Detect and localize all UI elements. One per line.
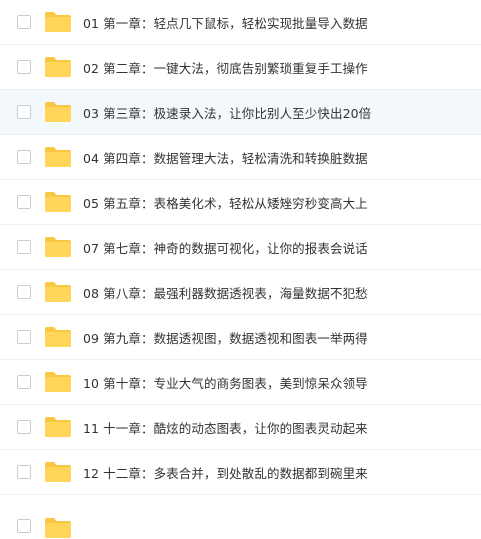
folder-icon: [45, 12, 71, 32]
row-checkbox[interactable]: [17, 375, 31, 389]
row-checkbox[interactable]: [17, 330, 31, 344]
folder-name[interactable]: 03 第三章：极速录入法，让你比别人至少快出20倍: [83, 103, 371, 122]
list-item[interactable]: 05 第五章：表格美化术，轻松从矮矬穷秒变高大上: [0, 180, 481, 225]
folder-icon: [45, 462, 71, 482]
folder-name[interactable]: 01 第一章：轻点几下鼠标，轻松实现批量导入数据: [83, 13, 368, 32]
folder-icon: [45, 192, 71, 212]
list-item[interactable]: 01 第一章：轻点几下鼠标，轻松实现批量导入数据: [0, 0, 481, 45]
list-item[interactable]: 02 第二章：一键大法，彻底告别繁琐重复手工操作: [0, 45, 481, 90]
folder-icon: [45, 518, 71, 538]
folder-icon: [45, 57, 71, 77]
folder-icon: [45, 417, 71, 437]
row-checkbox[interactable]: [17, 285, 31, 299]
row-checkbox[interactable]: [17, 240, 31, 254]
folder-icon: [45, 372, 71, 392]
list-item[interactable]: [0, 495, 481, 538]
list-item[interactable]: 08 第八章：最强利器数据透视表，海量数据不犯愁: [0, 270, 481, 315]
row-checkbox[interactable]: [17, 60, 31, 74]
folder-icon: [45, 147, 71, 167]
folder-name[interactable]: 07 第七章：神奇的数据可视化，让你的报表会说话: [83, 238, 368, 257]
list-item[interactable]: 12 十二章：多表合并，到处散乱的数据都到碗里来: [0, 450, 481, 495]
folder-name[interactable]: 05 第五章：表格美化术，轻松从矮矬穷秒变高大上: [83, 193, 368, 212]
folder-name[interactable]: 09 第九章：数据透视图，数据透视和图表一举两得: [83, 328, 368, 347]
row-checkbox[interactable]: [17, 519, 31, 533]
list-item[interactable]: 07 第七章：神奇的数据可视化，让你的报表会说话: [0, 225, 481, 270]
folder-name[interactable]: 02 第二章：一键大法，彻底告别繁琐重复手工操作: [83, 58, 368, 77]
row-checkbox[interactable]: [17, 420, 31, 434]
list-item[interactable]: 10 第十章：专业大气的商务图表，美到惊呆众领导: [0, 360, 481, 405]
list-item[interactable]: 09 第九章：数据透视图，数据透视和图表一举两得: [0, 315, 481, 360]
folder-icon: [45, 102, 71, 122]
row-checkbox[interactable]: [17, 105, 31, 119]
folder-icon: [45, 237, 71, 257]
folder-name[interactable]: 11 十一章：酷炫的动态图表，让你的图表灵动起来: [83, 418, 368, 437]
folder-icon: [45, 282, 71, 302]
file-list: 01 第一章：轻点几下鼠标，轻松实现批量导入数据 02 第二章：一键大法，彻底告…: [0, 0, 481, 538]
folder-name[interactable]: 08 第八章：最强利器数据透视表，海量数据不犯愁: [83, 283, 368, 302]
folder-icon: [45, 327, 71, 347]
list-item[interactable]: 03 第三章：极速录入法，让你比别人至少快出20倍: [0, 90, 481, 135]
list-item[interactable]: 04 第四章：数据管理大法，轻松清洗和转换脏数据: [0, 135, 481, 180]
folder-name[interactable]: 10 第十章：专业大气的商务图表，美到惊呆众领导: [83, 373, 368, 392]
row-checkbox[interactable]: [17, 465, 31, 479]
list-item[interactable]: 11 十一章：酷炫的动态图表，让你的图表灵动起来: [0, 405, 481, 450]
row-checkbox[interactable]: [17, 195, 31, 209]
row-checkbox[interactable]: [17, 15, 31, 29]
row-checkbox[interactable]: [17, 150, 31, 164]
folder-name[interactable]: 04 第四章：数据管理大法，轻松清洗和转换脏数据: [83, 148, 368, 167]
folder-name[interactable]: 12 十二章：多表合并，到处散乱的数据都到碗里来: [83, 463, 368, 482]
